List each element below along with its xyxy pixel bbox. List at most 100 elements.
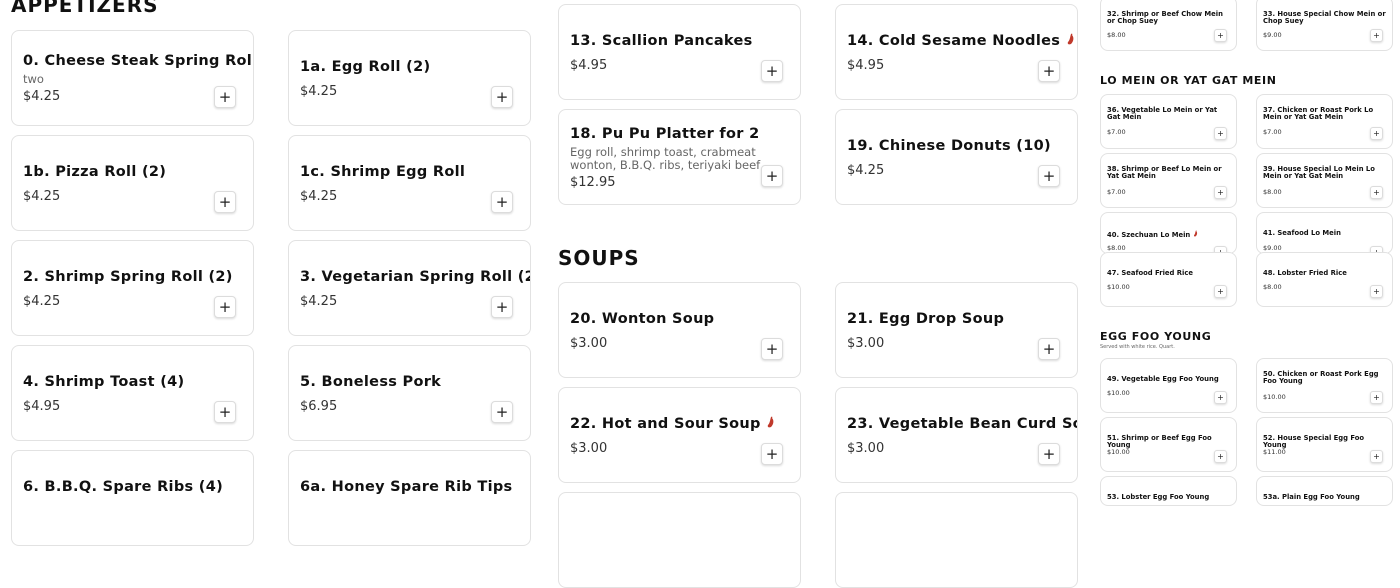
item-price: $8.00 <box>1107 244 1126 252</box>
add-to-cart-button[interactable]: + <box>214 86 236 108</box>
item-name: 21. Egg Drop Soup <box>847 311 1005 327</box>
add-to-cart-button[interactable]: + <box>1370 285 1383 298</box>
add-to-cart-button[interactable]: + <box>214 401 236 423</box>
add-to-cart-button[interactable]: + <box>1214 29 1227 42</box>
menu-item-card[interactable]: 40. Szechuan Lo Mein $8.00 + <box>1100 212 1237 254</box>
item-name: 19. Chinese Donuts (10) <box>847 138 1051 154</box>
item-price: $4.25 <box>300 189 338 204</box>
add-to-cart-button[interactable]: + <box>1214 450 1227 463</box>
item-price: $9.00 <box>1263 31 1282 39</box>
chili-pepper-icon <box>1066 33 1075 49</box>
add-to-cart-button[interactable]: + <box>1214 127 1227 140</box>
menu-item-card[interactable]: 49. Vegetable Egg Foo Young $10.00 + <box>1100 358 1237 413</box>
add-to-cart-button[interactable]: + <box>761 60 783 82</box>
menu-item-card[interactable]: 0. Cheese Steak Spring Roll two $4.25 + <box>11 30 254 126</box>
item-name: 32. Shrimp or Beef Chow Mein or Chop Sue… <box>1107 10 1223 25</box>
item-name: 0. Cheese Steak Spring Roll <box>23 53 254 69</box>
menu-item-card[interactable]: 1c. Shrimp Egg Roll $4.25 + <box>288 135 531 231</box>
item-name: 6. B.B.Q. Spare Ribs (4) <box>23 479 224 495</box>
item-price: $4.25 <box>23 294 61 309</box>
add-to-cart-button[interactable]: + <box>1038 60 1060 82</box>
menu-item-card[interactable]: 22. Hot and Sour Soup $3.00 + <box>558 387 801 483</box>
menu-item-card[interactable]: 5. Boneless Pork $6.95 + <box>288 345 531 441</box>
menu-item-card[interactable]: 20. Wonton Soup $3.00 + <box>558 282 801 378</box>
menu-item-card[interactable]: 53a. Plain Egg Foo Young <box>1256 476 1393 506</box>
lo-mein-heading: LO MEIN OR YAT GAT MEIN <box>1100 74 1277 87</box>
item-price: $4.95 <box>570 58 608 73</box>
menu-item-card[interactable]: 23. Vegetable Bean Curd Soup $3.00 + <box>835 387 1078 483</box>
add-to-cart-button[interactable]: + <box>1370 450 1383 463</box>
menu-item-card[interactable]: 47. Seafood Fried Rice $10.00 + <box>1100 252 1237 307</box>
menu-item-card[interactable]: 2. Shrimp Spring Roll (2) $4.25 + <box>11 240 254 336</box>
add-to-cart-button[interactable]: + <box>761 165 783 187</box>
menu-item-card[interactable]: 51. Shrimp or Beef Egg Foo Young $10.00 … <box>1100 417 1237 472</box>
add-to-cart-button[interactable]: + <box>1370 391 1383 404</box>
menu-item-card[interactable]: 3. Vegetarian Spring Roll (2) $4.25 + <box>288 240 531 336</box>
menu-item-card[interactable]: 37. Chicken or Roast Pork Lo Mein or Yat… <box>1256 94 1393 149</box>
add-to-cart-button[interactable]: + <box>491 191 513 213</box>
menu-item-card[interactable] <box>558 492 801 588</box>
item-name: 18. Pu Pu Platter for 2 <box>570 126 760 142</box>
menu-item-card[interactable]: 13. Scallion Pancakes $4.95 + <box>558 4 801 100</box>
item-name: 20. Wonton Soup <box>570 311 715 327</box>
add-to-cart-button[interactable]: + <box>491 86 513 108</box>
item-name: 2. Shrimp Spring Roll (2) <box>23 269 233 285</box>
menu-item-card[interactable] <box>835 492 1078 588</box>
item-name: 47. Seafood Fried Rice <box>1107 269 1193 277</box>
add-to-cart-button[interactable]: + <box>761 443 783 465</box>
item-price: $8.00 <box>1107 31 1126 39</box>
item-price: $10.00 <box>1107 389 1130 397</box>
item-price: $12.95 <box>570 175 616 190</box>
item-name: 52. House Special Egg Foo Young <box>1263 434 1365 449</box>
add-to-cart-button[interactable]: + <box>214 296 236 318</box>
add-to-cart-button[interactable]: + <box>761 338 783 360</box>
menu-item-card[interactable]: 48. Lobster Fried Rice $8.00 + <box>1256 252 1393 307</box>
add-to-cart-button[interactable]: + <box>1214 391 1227 404</box>
add-to-cart-button[interactable]: + <box>1038 165 1060 187</box>
menu-item-card[interactable]: 18. Pu Pu Platter for 2 Egg roll, shrimp… <box>558 109 801 205</box>
item-price: $8.00 <box>1263 283 1282 291</box>
item-name: 13. Scallion Pancakes <box>570 33 753 49</box>
add-to-cart-button[interactable]: + <box>1038 443 1060 465</box>
menu-item-card[interactable]: 19. Chinese Donuts (10) $4.25 + <box>835 109 1078 205</box>
menu-item-card[interactable]: 21. Egg Drop Soup $3.00 + <box>835 282 1078 378</box>
item-price: $4.95 <box>23 399 61 414</box>
item-name: 36. Vegetable Lo Mein or Yat Gat Mein <box>1107 106 1218 121</box>
menu-item-card[interactable]: 52. House Special Egg Foo Young $11.00 + <box>1256 417 1393 472</box>
item-name: 37. Chicken or Roast Pork Lo Mein or Yat… <box>1263 106 1374 121</box>
item-description: Egg roll, shrimp toast, crabmeat wonton,… <box>570 146 764 172</box>
menu-item-card[interactable]: 50. Chicken or Roast Pork Egg Foo Young … <box>1256 358 1393 413</box>
menu-item-card[interactable]: 53. Lobster Egg Foo Young <box>1100 476 1237 506</box>
menu-item-card[interactable]: 6a. Honey Spare Rib Tips <box>288 450 531 546</box>
menu-item-card[interactable]: 38. Shrimp or Beef Lo Mein or Yat Gat Me… <box>1100 153 1237 208</box>
item-name: 1c. Shrimp Egg Roll <box>300 164 466 180</box>
item-description: two <box>23 73 44 86</box>
soups-heading: SOUPS <box>558 246 640 270</box>
item-price: $4.25 <box>23 89 61 104</box>
menu-item-card[interactable]: 33. House Special Chow Mein or Chop Suey… <box>1256 0 1393 51</box>
add-to-cart-button[interactable]: + <box>491 296 513 318</box>
add-to-cart-button[interactable]: + <box>1370 186 1383 199</box>
menu-item-card[interactable]: 1a. Egg Roll (2) $4.25 + <box>288 30 531 126</box>
add-to-cart-button[interactable]: + <box>1038 338 1060 360</box>
menu-item-card[interactable]: 4. Shrimp Toast (4) $4.95 + <box>11 345 254 441</box>
menu-item-card[interactable]: 36. Vegetable Lo Mein or Yat Gat Mein $7… <box>1100 94 1237 149</box>
item-name-text: 40. Szechuan Lo Mein <box>1107 231 1191 239</box>
menu-item-card[interactable]: 1b. Pizza Roll (2) $4.25 + <box>11 135 254 231</box>
menu-item-card[interactable]: 41. Seafood Lo Mein $9.00 + <box>1256 212 1393 254</box>
item-price: $9.00 <box>1263 244 1282 252</box>
add-to-cart-button[interactable]: + <box>214 191 236 213</box>
menu-item-card[interactable]: 32. Shrimp or Beef Chow Mein or Chop Sue… <box>1100 0 1237 51</box>
add-to-cart-button[interactable]: + <box>1370 127 1383 140</box>
item-name: 4. Shrimp Toast (4) <box>23 374 185 390</box>
add-to-cart-button[interactable]: + <box>1214 285 1227 298</box>
menu-item-card[interactable]: 39. House Special Lo Mein Lo Mein or Yat… <box>1256 153 1393 208</box>
add-to-cart-button[interactable]: + <box>491 401 513 423</box>
add-to-cart-button[interactable]: + <box>1214 186 1227 199</box>
menu-item-card[interactable]: 14. Cold Sesame Noodles $4.95 + <box>835 4 1078 100</box>
item-name: 39. House Special Lo Mein Lo Mein or Yat… <box>1263 165 1375 180</box>
add-to-cart-button[interactable]: + <box>1370 29 1383 42</box>
egg-foo-young-heading: EGG FOO YOUNG <box>1100 330 1212 343</box>
menu-item-card[interactable]: 6. B.B.Q. Spare Ribs (4) <box>11 450 254 546</box>
item-name: 22. Hot and Sour Soup <box>570 416 775 432</box>
